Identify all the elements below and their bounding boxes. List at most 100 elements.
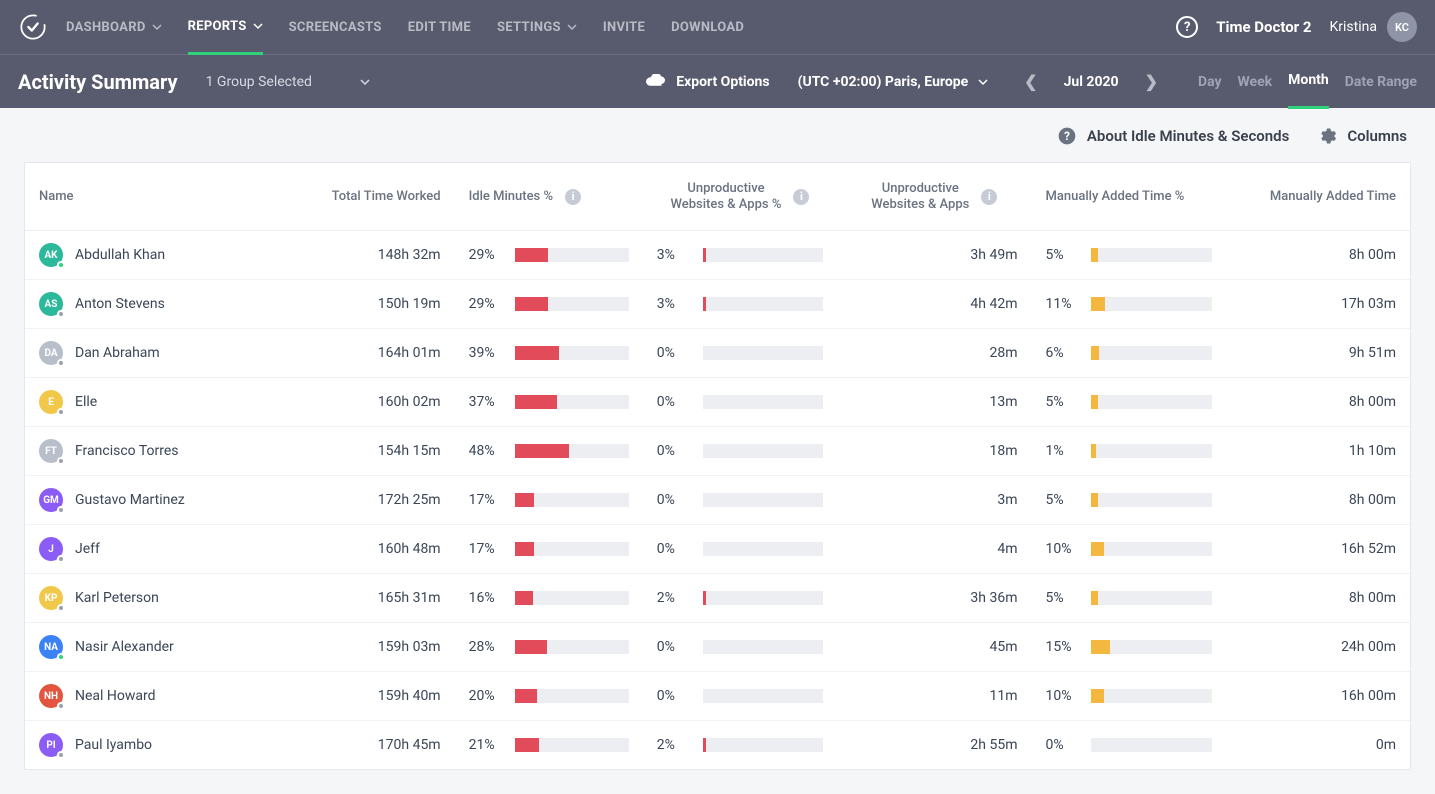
col-idle[interactable]: Idle Minutes %i (469, 189, 629, 205)
idle-bar (515, 493, 629, 507)
manual-pct: 6% (1045, 345, 1081, 361)
idle-bar (515, 248, 629, 262)
table-toolbar: ? About Idle Minutes & Seconds Columns (0, 108, 1435, 152)
columns-button[interactable]: Columns (1317, 126, 1407, 146)
unprod-pct-cell: 0% (657, 639, 823, 655)
table-row[interactable]: FTFrancisco Torres154h 15m48%0%18m1%1h 1… (25, 427, 1410, 476)
info-icon[interactable]: i (793, 189, 809, 205)
manual-pct-cell: 11% (1045, 296, 1211, 312)
col-manual-pct[interactable]: Manually Added Time % (1045, 189, 1211, 204)
idle-cell: 29% (469, 296, 629, 312)
col-name[interactable]: Name (39, 189, 277, 204)
clock-check-icon (19, 13, 47, 41)
avatar: J (39, 537, 63, 561)
help-icon[interactable]: ? (1176, 16, 1198, 38)
unprod-time: 18m (837, 427, 1031, 476)
nav-item-label: EDIT TIME (408, 20, 471, 35)
prev-period-button[interactable]: ❮ (1016, 68, 1045, 95)
nav-item-settings[interactable]: SETTINGS (497, 0, 577, 54)
chevron-down-icon (253, 21, 263, 31)
status-dot (57, 702, 65, 710)
name-cell: AKAbdullah Khan (39, 243, 277, 267)
info-icon[interactable]: i (981, 189, 997, 205)
total-time: 164h 01m (291, 329, 455, 378)
range-tab-date-range[interactable]: Date Range (1345, 55, 1417, 109)
manual-time: 8h 00m (1226, 574, 1410, 623)
nav-item-invite[interactable]: INVITE (603, 0, 645, 54)
manual-pct-bar (1091, 248, 1211, 262)
nav-item-label: SETTINGS (497, 20, 561, 35)
nav-item-download[interactable]: DOWNLOAD (671, 0, 744, 54)
idle-pct: 29% (469, 247, 505, 263)
help-icon: ? (1057, 126, 1077, 146)
unprod-pct: 0% (657, 394, 693, 410)
period-nav: ❮ Jul 2020 ❯ (1016, 68, 1166, 95)
status-dot (57, 555, 65, 563)
user-avatar: KC (1387, 12, 1417, 42)
table-row[interactable]: NANasir Alexander159h 03m28%0%45m15%24h … (25, 623, 1410, 672)
unprod-pct: 3% (657, 247, 693, 263)
range-tab-month[interactable]: Month (1288, 55, 1329, 109)
range-tab-week[interactable]: Week (1238, 55, 1273, 109)
nav-item-dashboard[interactable]: DASHBOARD (66, 0, 162, 54)
idle-cell: 29% (469, 247, 629, 263)
avatar: DA (39, 341, 63, 365)
idle-pct: 21% (469, 737, 505, 753)
unprod-pct-bar (703, 591, 823, 605)
table-row[interactable]: KPKarl Peterson165h 31m16%2%3h 36m5%8h 0… (25, 574, 1410, 623)
unprod-pct: 0% (657, 639, 693, 655)
group-select[interactable]: 1 Group Selected (206, 74, 370, 90)
table-row[interactable]: JJeff160h 48m17%0%4m10%16h 52m (25, 525, 1410, 574)
unprod-pct: 3% (657, 296, 693, 312)
manual-time: 8h 00m (1226, 231, 1410, 280)
range-tab-day[interactable]: Day (1198, 55, 1222, 109)
manual-pct-cell: 0% (1045, 737, 1211, 753)
user-name: Kristina (1330, 19, 1378, 35)
table-row[interactable]: ASAnton Stevens150h 19m29%3%4h 42m11%17h… (25, 280, 1410, 329)
manual-pct-bar (1091, 346, 1211, 360)
next-period-button[interactable]: ❯ (1137, 68, 1166, 95)
info-icon[interactable]: i (565, 189, 581, 205)
table-row[interactable]: AKAbdullah Khan148h 32m29%3%3h 49m5%8h 0… (25, 231, 1410, 280)
idle-bar (515, 640, 629, 654)
about-idle-link[interactable]: ? About Idle Minutes & Seconds (1057, 126, 1289, 146)
col-unprod[interactable]: UnproductiveWebsites & Apps i (851, 181, 1017, 212)
manual-time: 8h 00m (1226, 476, 1410, 525)
manual-pct-cell: 5% (1045, 492, 1211, 508)
unprod-pct: 0% (657, 688, 693, 704)
col-total[interactable]: Total Time Worked (305, 189, 441, 204)
person-name: Neal Howard (75, 688, 156, 704)
nav-item-reports[interactable]: REPORTS (188, 1, 263, 55)
nav-item-screencasts[interactable]: SCREENCASTS (289, 0, 382, 54)
col-manual[interactable]: Manually Added Time (1240, 189, 1396, 204)
manual-pct: 0% (1045, 737, 1081, 753)
unprod-pct-bar (703, 640, 823, 654)
unprod-pct-cell: 2% (657, 590, 823, 606)
person-name: Paul Iyambo (75, 737, 152, 753)
export-button[interactable]: Export Options (644, 74, 769, 90)
unprod-time: 2h 55m (837, 721, 1031, 770)
nav-item-edit time[interactable]: EDIT TIME (408, 0, 471, 54)
person-name: Dan Abraham (75, 345, 160, 361)
unprod-pct: 0% (657, 443, 693, 459)
table-row[interactable]: EElle160h 02m37%0%13m5%8h 00m (25, 378, 1410, 427)
about-idle-label: About Idle Minutes & Seconds (1087, 127, 1289, 145)
name-cell: EElle (39, 390, 277, 414)
manual-pct: 1% (1045, 443, 1081, 459)
timezone-select[interactable]: (UTC +02:00) Paris, Europe (798, 74, 989, 90)
table-row[interactable]: GMGustavo Martinez172h 25m17%0%3m5%8h 00… (25, 476, 1410, 525)
unprod-time: 3m (837, 476, 1031, 525)
chevron-down-icon (978, 77, 988, 87)
table-row[interactable]: NHNeal Howard159h 40m20%0%11m10%16h 00m (25, 672, 1410, 721)
idle-bar (515, 591, 629, 605)
manual-pct-cell: 15% (1045, 639, 1211, 655)
unprod-pct-bar (703, 689, 823, 703)
timezone-label: (UTC +02:00) Paris, Europe (798, 74, 969, 90)
col-unprod-pct[interactable]: UnproductiveWebsites & Apps % i (657, 181, 823, 212)
unprod-time: 28m (837, 329, 1031, 378)
unprod-time: 13m (837, 378, 1031, 427)
table-row[interactable]: DADan Abraham164h 01m39%0%28m6%9h 51m (25, 329, 1410, 378)
table-row[interactable]: PIPaul Iyambo170h 45m21%2%2h 55m0%0m (25, 721, 1410, 770)
manual-pct-bar (1091, 395, 1211, 409)
user-menu[interactable]: Kristina KC (1330, 12, 1418, 42)
